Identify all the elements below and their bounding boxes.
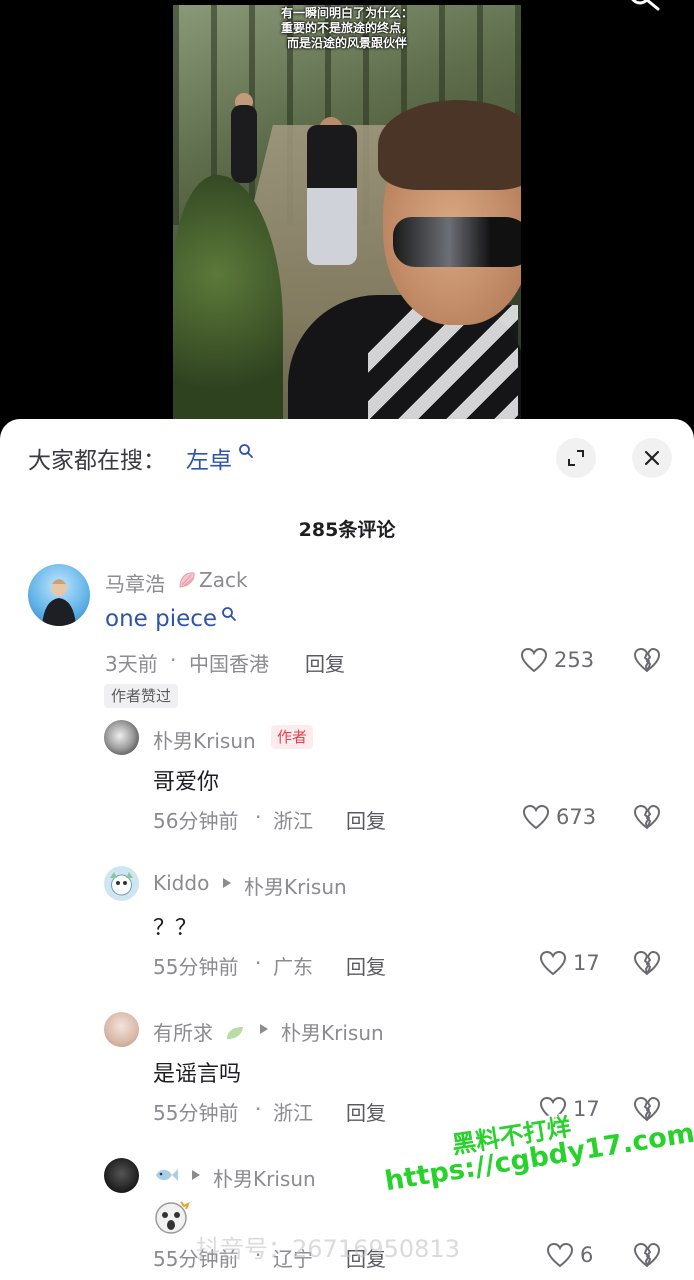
reply-button[interactable]: 回复 xyxy=(346,805,386,834)
meta-separator: · xyxy=(255,805,262,829)
douyin-watermark: 抖音号：26716950813 xyxy=(196,1235,460,1263)
reply-author-name[interactable]: Kiddo xyxy=(153,871,209,895)
comment-location: 中国香港 xyxy=(189,652,269,676)
close-button[interactable] xyxy=(632,438,672,478)
comment-time: 3天前 xyxy=(105,652,158,676)
reply-author-name[interactable]: 有所求 xyxy=(153,1017,213,1046)
video-caption: 有一瞬间明白了为什么： 重要的不是旅途的终点， 而是沿途的风景跟伙伴 xyxy=(173,5,521,51)
video-selfie-hair xyxy=(378,100,521,190)
reply-location: 浙江 xyxy=(273,1101,313,1125)
reply-to-arrow-icon xyxy=(260,1024,268,1034)
search-icon[interactable] xyxy=(238,443,254,459)
avatar[interactable] xyxy=(104,1158,139,1193)
seashell-icon xyxy=(179,572,195,588)
heart-icon xyxy=(522,804,550,830)
expand-button[interactable] xyxy=(556,438,596,478)
like-button[interactable]: 17 xyxy=(539,949,600,977)
like-count: 17 xyxy=(573,951,600,975)
meta-separator: · xyxy=(255,951,262,975)
like-count: 673 xyxy=(556,805,597,829)
reply-text: ？？ xyxy=(153,916,198,941)
dislike-broken-heart-icon[interactable] xyxy=(633,949,661,977)
like-button[interactable]: 253 xyxy=(520,646,594,674)
expand-icon xyxy=(568,450,584,466)
dislike-broken-heart-icon[interactable] xyxy=(633,1241,661,1269)
meta-separator: · xyxy=(255,1097,262,1121)
search-suggestion-bar: 大家都在搜： 左卓 xyxy=(0,419,694,495)
dislike-broken-heart-icon[interactable] xyxy=(633,1095,661,1123)
like-count: 6 xyxy=(580,1243,594,1267)
avatar[interactable] xyxy=(104,720,139,755)
reply-text: 哥爱你 xyxy=(153,770,220,795)
video-caption-line-2: 重要的不是旅途的终点， xyxy=(280,21,413,35)
avatar-person-icon xyxy=(42,579,76,626)
reply-to-name[interactable]: 朴男Krisun xyxy=(244,871,347,900)
close-icon xyxy=(644,450,660,466)
reply-location: 广东 xyxy=(273,955,313,979)
reply-button[interactable]: 回复 xyxy=(346,1097,386,1126)
reply-button[interactable]: 回复 xyxy=(346,951,386,980)
video-caption-line-3: 而是沿途的风景跟伙伴 xyxy=(286,36,407,50)
avatar-character-icon xyxy=(110,872,133,896)
reply-time: 56分钟前 xyxy=(153,809,239,833)
dislike-broken-heart-icon[interactable] xyxy=(633,803,661,831)
reply-text: 是谣言吗 xyxy=(153,1062,242,1087)
avatar[interactable] xyxy=(28,564,90,626)
video-frame[interactable]: 有一瞬间明白了为什么： 重要的不是旅途的终点， 而是沿途的风景跟伙伴 xyxy=(173,5,521,421)
video-hiker-2 xyxy=(307,125,357,265)
reply-button[interactable]: 回复 xyxy=(305,648,345,677)
video-player[interactable]: 有一瞬间明白了为什么： 重要的不是旅途的终点， 而是沿途的风景跟伙伴 xyxy=(0,0,694,440)
comment-text-link[interactable]: one piece xyxy=(105,606,217,632)
heart-icon xyxy=(546,1242,574,1268)
like-button[interactable]: 6 xyxy=(546,1241,593,1269)
like-button[interactable]: 673 xyxy=(522,803,596,831)
comment-author-name[interactable]: 马章浩 xyxy=(105,568,165,597)
fish-icon xyxy=(156,1169,178,1181)
search-icon[interactable] xyxy=(221,606,237,622)
like-count: 253 xyxy=(554,648,595,672)
comment-author-name-suffix[interactable]: Zack xyxy=(199,568,248,592)
search-icon[interactable] xyxy=(622,0,662,18)
author-liked-badge: 作者赞过 xyxy=(104,684,179,708)
video-caption-line-1: 有一瞬间明白了为什么： xyxy=(280,6,413,20)
search-suggestion-label: 大家都在搜： xyxy=(28,448,166,474)
heart-icon xyxy=(520,647,548,673)
meta-separator: · xyxy=(170,648,177,672)
reply-location: 浙江 xyxy=(273,809,313,833)
leaf-icon xyxy=(227,1027,243,1039)
shocked-emoji-icon xyxy=(155,1201,190,1234)
avatar[interactable] xyxy=(104,1012,139,1047)
reply-to-arrow-icon xyxy=(192,1170,200,1180)
avatar[interactable] xyxy=(104,866,139,901)
dislike-broken-heart-icon[interactable] xyxy=(633,646,661,674)
reply-to-name[interactable]: 朴男Krisun xyxy=(281,1017,384,1046)
reply-time: 55分钟前 xyxy=(153,1101,239,1125)
reply-to-name[interactable]: 朴男Krisun xyxy=(213,1163,316,1192)
reply-author-name[interactable]: 朴男Krisun xyxy=(153,725,256,754)
reply-time: 55分钟前 xyxy=(153,955,239,979)
like-count: 17 xyxy=(573,1097,600,1121)
video-sunglasses xyxy=(393,217,521,267)
author-badge: 作者 xyxy=(271,725,314,749)
reply-to-arrow-icon xyxy=(223,878,231,888)
search-suggestion-term[interactable]: 左卓 xyxy=(186,441,232,475)
comment-count-title: 285条评论 xyxy=(298,519,396,541)
heart-icon xyxy=(539,950,567,976)
video-hiker-1 xyxy=(231,105,257,183)
